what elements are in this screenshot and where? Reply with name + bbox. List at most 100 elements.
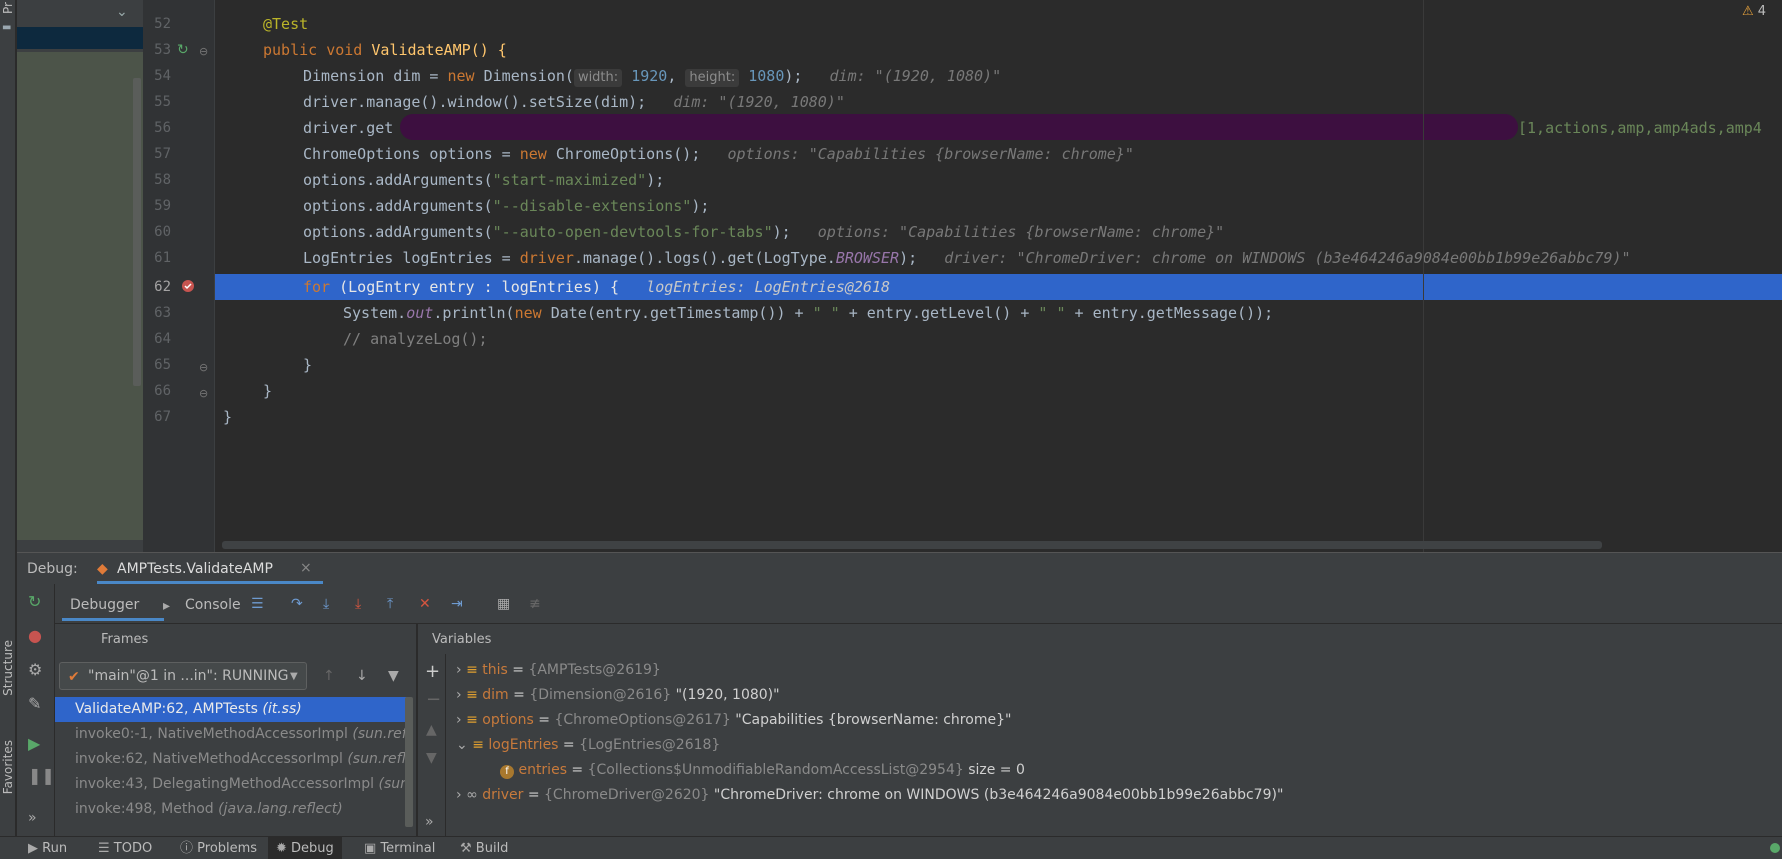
code-line-56-tail: [1,actions,amp,amp4ads,amp4 xyxy=(1518,119,1762,137)
field-icon: ≡ xyxy=(472,737,484,753)
code-line-57: ChromeOptions options = new ChromeOption… xyxy=(303,145,1134,163)
project-tree-area xyxy=(17,52,143,540)
structure-tool-tab[interactable]: Structure xyxy=(1,640,15,696)
run-tab[interactable]: ▶ Run xyxy=(28,837,67,859)
frames-scrollbar[interactable] xyxy=(405,697,413,827)
close-icon[interactable]: × xyxy=(300,560,312,576)
tab-debugger[interactable]: Debugger xyxy=(62,588,164,621)
add-watch-icon[interactable]: + xyxy=(425,663,440,681)
pause-icon[interactable]: ❚❚ xyxy=(28,768,55,784)
fold-icon[interactable]: ⊖ xyxy=(199,386,208,402)
console-icon: ▸ xyxy=(163,598,171,614)
step-over-icon[interactable]: ↷ xyxy=(291,596,303,612)
thread-select[interactable]: ✔ "main"@1 in ...in": RUNNING ▼ xyxy=(59,662,307,690)
trace-icon[interactable]: ≢ xyxy=(529,596,541,612)
step-out-icon[interactable]: ⤒ xyxy=(387,596,393,612)
variable-row[interactable]: ⌄ ≡ logEntries = {LogEntries@2618} xyxy=(456,733,720,758)
code-line-61: LogEntries logEntries = driver.manage().… xyxy=(303,249,1631,267)
variables-panel: Variables + − ▲ ▼ » › ≡ this = {AMPTests… xyxy=(418,624,1782,836)
fold-icon[interactable]: ⊖ xyxy=(199,360,208,376)
variable-row[interactable]: › ≡ dim = {Dimension@2616} "(1920, 1080)… xyxy=(456,683,780,708)
code-line-65: } xyxy=(303,356,313,374)
filter-icon[interactable]: ▼ xyxy=(388,668,399,684)
warnings-indicator[interactable]: ⚠ 4 xyxy=(1742,4,1766,19)
fold-icon[interactable]: ⊖ xyxy=(199,44,208,60)
debug-session-tab[interactable]: ◆ AMPTests.ValidateAMP × xyxy=(97,553,323,584)
code-editor[interactable]: @Test public void ValidateAMP() { Dimens… xyxy=(215,0,1782,552)
run-test-icon[interactable]: ↻ xyxy=(177,42,189,58)
problems-tab[interactable]: ⓘ Problems xyxy=(180,837,257,859)
todo-tab[interactable]: ☰ TODO xyxy=(98,837,152,859)
variables-title: Variables xyxy=(432,632,492,647)
resume-icon[interactable]: ▶ xyxy=(28,736,40,752)
hammer-icon: ⚒ xyxy=(460,841,472,856)
chevron-down-icon[interactable]: ⌄ xyxy=(456,737,468,753)
code-line-55: driver.manage().window().setSize(dim); d… xyxy=(303,93,845,111)
code-line-66: } xyxy=(263,382,273,400)
code-line-54: Dimension dim = new Dimension(width: 192… xyxy=(303,67,1002,87)
debug-tab[interactable]: ✹ Debug xyxy=(268,837,342,859)
breakpoint-icon[interactable] xyxy=(181,279,195,293)
debug-label: Debug: xyxy=(27,561,78,577)
evaluate-icon[interactable]: ▦ xyxy=(497,596,510,612)
frames-panel: Frames ✔ "main"@1 in ...in": RUNNING ▼ ↑… xyxy=(55,624,417,836)
layout-icon[interactable]: ☰ xyxy=(251,596,264,612)
frame-row[interactable]: invoke0:-1, NativeMethodAccessorImpl (su… xyxy=(55,722,411,747)
move-up-icon[interactable]: ▲ xyxy=(426,722,437,738)
editor-gutter: 52 53 54 55 56 57 58 59 60 61 62 63 64 6… xyxy=(143,0,215,552)
line-number: 63 xyxy=(154,305,171,321)
chevron-right-icon[interactable]: › xyxy=(456,787,462,803)
frame-row[interactable]: invoke:62, NativeMethodAccessorImpl (sun… xyxy=(55,747,411,772)
run-to-cursor-icon[interactable]: ⇥ xyxy=(451,596,463,612)
build-tab[interactable]: ⚒ Build xyxy=(460,837,508,859)
chevron-down-icon[interactable]: ⌄ xyxy=(116,4,128,20)
tab-console[interactable]: ▸ Console xyxy=(163,588,263,621)
line-number: 67 xyxy=(154,409,171,425)
editor-horizontal-scrollbar[interactable] xyxy=(222,541,1602,549)
move-down-icon[interactable]: ▼ xyxy=(426,750,437,766)
line-number: 55 xyxy=(154,94,171,110)
redaction-mark xyxy=(400,114,1518,140)
wrench-icon[interactable]: ✎ xyxy=(28,696,41,712)
field-icon: ≡ xyxy=(466,712,478,728)
view-breakpoints-icon[interactable]: ● xyxy=(28,628,42,644)
frame-row[interactable]: invoke:498, Method (java.lang.reflect) xyxy=(55,797,411,822)
variable-row[interactable]: f entries = {Collections$UnmodifiableRan… xyxy=(500,758,1025,783)
arrow-down-icon[interactable]: ↓ xyxy=(356,668,368,684)
frame-row[interactable]: invoke:43, DelegatingMethodAccessorImpl … xyxy=(55,772,411,797)
chevron-right-icon[interactable]: › xyxy=(456,712,462,728)
project-tool-tab[interactable]: Pr xyxy=(1,2,15,14)
warning-icon: ⚠ xyxy=(1742,4,1754,19)
variable-row[interactable]: › ≡ options = {ChromeOptions@2617} "Capa… xyxy=(456,708,1011,733)
terminal-tab[interactable]: ▣ Terminal xyxy=(364,837,435,859)
line-number: 57 xyxy=(154,146,171,162)
project-scrollbar[interactable] xyxy=(133,78,141,386)
line-number: 58 xyxy=(154,172,171,188)
rerun-icon[interactable]: ↻ xyxy=(28,594,41,610)
line-number: 59 xyxy=(154,198,171,214)
step-into-icon[interactable]: ⤓ xyxy=(323,596,329,612)
drop-frame-icon[interactable]: ✕ xyxy=(419,596,431,612)
force-step-into-icon[interactable]: ⤓ xyxy=(355,596,361,612)
arrow-up-icon[interactable]: ↑ xyxy=(323,668,335,684)
line-number: 62 xyxy=(154,279,171,295)
more-icon[interactable]: » xyxy=(28,810,37,826)
status-indicator-icon xyxy=(1770,843,1780,853)
favorites-tool-tab[interactable]: Favorites xyxy=(1,740,15,794)
play-icon: ▶ xyxy=(28,841,38,856)
project-selected-row[interactable] xyxy=(17,27,143,49)
settings-icon[interactable]: ⚙ xyxy=(28,662,42,678)
frame-row[interactable]: ValidateAMP:62, AMPTests (it.ss) xyxy=(55,697,411,722)
code-line-67: } xyxy=(223,408,233,426)
variable-row[interactable]: › ≡ this = {AMPTests@2619} xyxy=(456,658,661,683)
chevron-right-icon[interactable]: › xyxy=(456,687,462,703)
more-icon[interactable]: » xyxy=(425,814,434,830)
debug-session-icon: ◆ xyxy=(97,561,108,577)
code-line-58: options.addArguments("start-maximized"); xyxy=(303,171,665,189)
chevron-right-icon[interactable]: › xyxy=(456,662,462,678)
remove-watch-icon[interactable]: − xyxy=(426,691,441,709)
list-icon: ☰ xyxy=(98,841,110,856)
debug-actions-column: ↻ ● ⚙ ✎ ▶ ❚❚ » xyxy=(17,584,55,836)
line-number: 61 xyxy=(154,250,171,266)
variable-row[interactable]: › ∞ driver = {ChromeDriver@2620} "Chrome… xyxy=(456,783,1283,808)
